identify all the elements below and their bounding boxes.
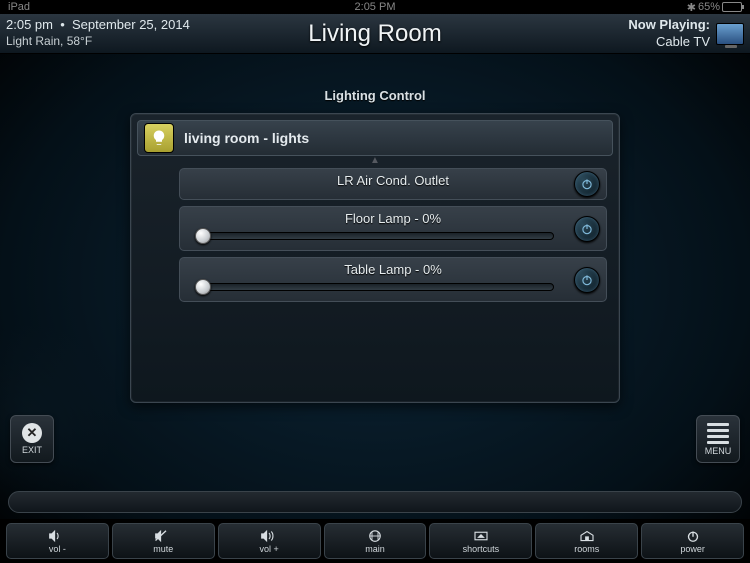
tv-icon[interactable] bbox=[716, 23, 744, 45]
header-weather: Light Rain, 58°F bbox=[6, 34, 190, 50]
battery-percent: 65% bbox=[698, 1, 720, 13]
lighting-panel: living room - lights ▲ LR Air Cond. Outl… bbox=[130, 113, 620, 403]
menu-icon bbox=[707, 423, 729, 444]
rooms-button[interactable]: rooms bbox=[535, 523, 638, 559]
battery-indicator: ✱ 65% bbox=[687, 1, 742, 14]
exit-label: EXIT bbox=[22, 445, 42, 455]
toolbar-label: shortcuts bbox=[463, 544, 500, 554]
device-label: LR Air Cond. Outlet bbox=[188, 173, 598, 188]
zone-header[interactable]: living room - lights bbox=[137, 120, 613, 156]
device-row: LR Air Cond. Outlet bbox=[179, 168, 607, 200]
status-time: 2:05 PM bbox=[355, 1, 396, 13]
shortcuts-button[interactable]: shortcuts bbox=[429, 523, 532, 559]
device-list: LR Air Cond. Outlet Floor Lamp - 0% Tabl… bbox=[137, 168, 613, 302]
exit-button[interactable]: ✕ EXIT bbox=[10, 415, 54, 463]
device-row: Floor Lamp - 0% bbox=[179, 206, 607, 251]
status-marquee bbox=[8, 491, 742, 513]
mute-button[interactable]: mute bbox=[112, 523, 215, 559]
toolbar-label: main bbox=[365, 544, 385, 554]
page-title: Living Room bbox=[308, 20, 441, 48]
background-decoration bbox=[0, 323, 120, 503]
vol-up-button[interactable]: vol + bbox=[218, 523, 321, 559]
battery-icon bbox=[722, 2, 742, 12]
scroll-up-hint: ▲ bbox=[137, 158, 613, 164]
power-icon bbox=[684, 529, 702, 543]
vol-down-button[interactable]: vol - bbox=[6, 523, 109, 559]
zone-label: living room - lights bbox=[184, 130, 309, 146]
power-toggle-button[interactable] bbox=[574, 216, 600, 242]
slider-thumb[interactable] bbox=[195, 228, 211, 244]
speaker-icon bbox=[260, 529, 278, 543]
device-label: Floor Lamp - 0% bbox=[188, 211, 598, 226]
ipad-status-bar: iPad 2:05 PM ✱ 65% bbox=[0, 0, 750, 14]
speaker-mute-icon bbox=[154, 529, 172, 543]
app-header: 2:05 pm • September 25, 2014 Light Rain,… bbox=[0, 14, 750, 54]
header-date: September 25, 2014 bbox=[72, 17, 190, 32]
dimmer-slider[interactable] bbox=[198, 283, 554, 291]
device-row: Table Lamp - 0% bbox=[179, 257, 607, 302]
now-playing-value: Cable TV bbox=[628, 34, 710, 51]
toolbar-label: power bbox=[680, 544, 705, 554]
house-icon bbox=[578, 529, 596, 543]
device-label: Table Lamp - 0% bbox=[188, 262, 598, 277]
toolbar-label: mute bbox=[153, 544, 173, 554]
bottom-toolbar: vol - mute vol + main shortcuts rooms po… bbox=[0, 519, 750, 563]
dimmer-slider[interactable] bbox=[198, 232, 554, 240]
bluetooth-icon: ✱ bbox=[687, 1, 696, 14]
header-time: 2:05 pm bbox=[6, 17, 53, 32]
device-label: iPad bbox=[8, 1, 30, 13]
bulb-icon bbox=[144, 123, 174, 153]
power-button[interactable]: power bbox=[641, 523, 744, 559]
power-toggle-button[interactable] bbox=[574, 267, 600, 293]
section-title: Lighting Control bbox=[0, 88, 750, 103]
header-left: 2:05 pm • September 25, 2014 Light Rain,… bbox=[6, 17, 190, 49]
header-right: Now Playing: Cable TV bbox=[628, 17, 744, 51]
close-icon: ✕ bbox=[22, 423, 42, 443]
menu-label: MENU bbox=[705, 446, 732, 456]
toolbar-label: vol - bbox=[49, 544, 66, 554]
speaker-icon bbox=[48, 529, 66, 543]
grid-icon bbox=[366, 529, 384, 543]
up-panel-icon bbox=[472, 529, 490, 543]
menu-button[interactable]: MENU bbox=[696, 415, 740, 463]
slider-thumb[interactable] bbox=[195, 279, 211, 295]
now-playing-label: Now Playing: bbox=[628, 17, 710, 34]
main-button[interactable]: main bbox=[324, 523, 427, 559]
toolbar-label: rooms bbox=[574, 544, 599, 554]
toolbar-label: vol + bbox=[260, 544, 279, 554]
power-toggle-button[interactable] bbox=[574, 171, 600, 197]
